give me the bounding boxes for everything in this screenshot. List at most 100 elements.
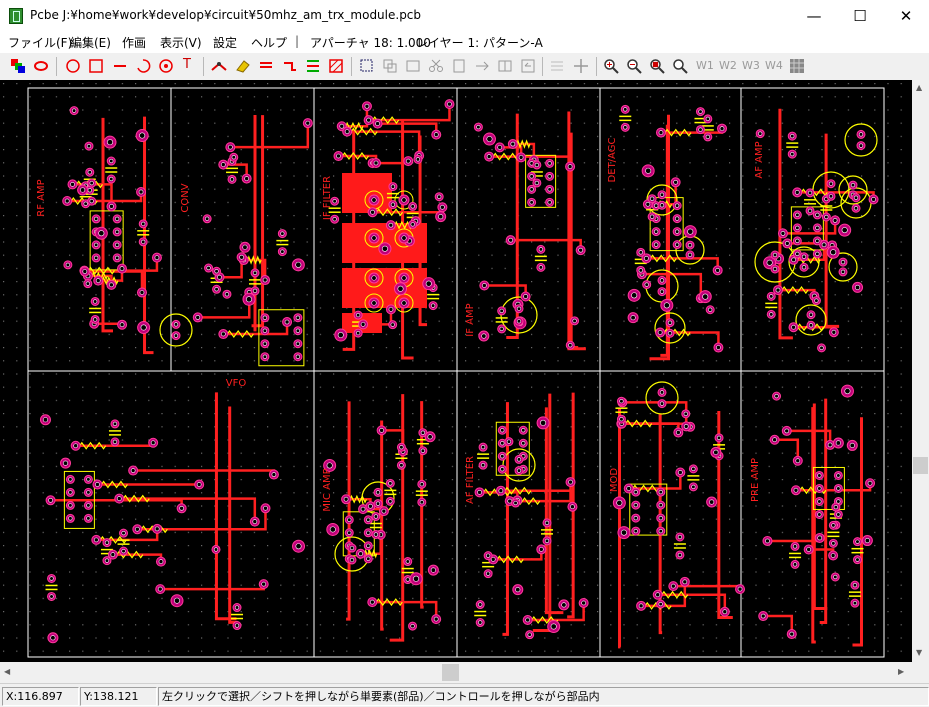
- pad-hole: [252, 288, 258, 293]
- pad-hole: [831, 329, 837, 335]
- layer-indicator[interactable]: レイヤー 1: パターン-A: [416, 34, 543, 51]
- cut-icon[interactable]: [428, 58, 444, 74]
- fill-tool-icon[interactable]: [328, 58, 344, 74]
- pad-hole: [567, 164, 573, 169]
- scroll-left-arrow-icon[interactable]: ◀: [4, 667, 10, 676]
- pad-hole: [705, 134, 710, 140]
- pad-hole: [366, 517, 371, 522]
- menu-edit[interactable]: 編集(E): [70, 34, 111, 51]
- pad-hole: [658, 502, 663, 508]
- select-box-icon[interactable]: [359, 58, 375, 74]
- pad-hole: [525, 617, 530, 623]
- arc-tool-icon[interactable]: [135, 58, 151, 74]
- pad-hole: [280, 249, 285, 254]
- pad-hole: [832, 218, 838, 223]
- pad-hole: [817, 512, 822, 517]
- circle-tool-icon[interactable]: [65, 58, 81, 74]
- pad-hole: [784, 428, 790, 434]
- window-1-button[interactable]: W1: [696, 59, 714, 72]
- undo-icon[interactable]: [520, 58, 536, 74]
- pad-hole: [819, 345, 824, 350]
- pad-hole: [234, 623, 240, 628]
- pad-hole: [87, 170, 92, 175]
- module-label: RF AMP: [36, 179, 47, 216]
- pad-hole: [339, 123, 345, 129]
- pad-hole: [415, 157, 421, 162]
- pad-hole: [295, 543, 302, 550]
- scroll-right-arrow-icon[interactable]: ▶: [898, 667, 904, 676]
- rotate-icon[interactable]: [405, 58, 421, 74]
- module-label: MIC AMP: [322, 468, 333, 511]
- pad-hole: [527, 632, 532, 637]
- grid-icon[interactable]: [789, 58, 805, 74]
- pad-hole: [534, 180, 539, 186]
- rectangle-tool-icon[interactable]: [88, 58, 104, 74]
- pcb-canvas[interactable]: RF AMP CONV IF FILTER IF AMP DET/AGC AF AMP VF…: [0, 80, 912, 662]
- menu-help[interactable]: ヘルプ: [251, 34, 287, 51]
- menu-settings[interactable]: 設定: [213, 34, 237, 51]
- bus-tool-icon[interactable]: [258, 58, 274, 74]
- eraser-icon[interactable]: [235, 58, 251, 74]
- pad-hole: [670, 583, 676, 589]
- menu-view[interactable]: 表示(V): [160, 34, 202, 51]
- toolbar-separator: [351, 57, 352, 76]
- pad-hole: [438, 214, 444, 220]
- window-4-button[interactable]: W4: [765, 59, 783, 72]
- zoom-area-icon[interactable]: [649, 58, 665, 74]
- pad-hole: [766, 259, 773, 266]
- jumper-icon[interactable]: [33, 58, 49, 74]
- text-tool-icon[interactable]: T: [183, 57, 191, 72]
- window-3-button[interactable]: W3: [742, 59, 760, 72]
- pad-hole: [850, 182, 856, 188]
- pad-hole: [497, 145, 503, 150]
- pad-hole: [85, 281, 90, 286]
- pad-hole: [844, 388, 851, 395]
- pad-hole: [366, 543, 371, 548]
- zoom-out-icon[interactable]: [626, 58, 642, 74]
- horizontal-scroll-thumb[interactable]: [442, 664, 459, 681]
- paste-icon[interactable]: [451, 58, 467, 74]
- pad-hole: [772, 437, 777, 443]
- pad-hole: [791, 324, 796, 330]
- vertical-scrollbar[interactable]: ▲ ▼: [912, 80, 929, 662]
- pad-hole: [657, 330, 663, 335]
- window-2-button[interactable]: W2: [719, 59, 737, 72]
- copy-area-icon[interactable]: [382, 58, 398, 74]
- vertical-scroll-thumb[interactable]: [913, 457, 928, 474]
- line-tool-icon[interactable]: [112, 58, 128, 74]
- move-icon[interactable]: [474, 58, 490, 74]
- pad-hole: [708, 307, 713, 312]
- pad-hole: [769, 294, 774, 299]
- pad-hole: [366, 117, 371, 123]
- pad-hole: [633, 489, 638, 495]
- pad-hole: [447, 101, 452, 107]
- pad-hole: [698, 109, 703, 114]
- crosshair-icon[interactable]: [573, 58, 589, 74]
- close-button[interactable]: ✕: [883, 0, 929, 31]
- aperture-indicator[interactable]: アパーチャ 18: 1.000: [310, 34, 431, 51]
- pad-hole: [821, 242, 827, 248]
- pcb-drawing[interactable]: RF AMP CONV IF FILTER IF AMP DET/AGC AF AMP VF…: [0, 80, 912, 662]
- layers-icon[interactable]: [10, 58, 26, 74]
- menu-file[interactable]: ファイル(F): [8, 34, 72, 51]
- menu-draw[interactable]: 作画: [122, 34, 146, 51]
- zoom-in-icon[interactable]: [603, 58, 619, 74]
- pad-hole: [836, 473, 841, 478]
- pad-tool-icon[interactable]: [158, 58, 174, 74]
- grid-list-icon[interactable]: [549, 58, 565, 74]
- step-tool-icon[interactable]: [282, 58, 298, 74]
- scroll-up-arrow-icon[interactable]: ▲: [916, 83, 922, 92]
- node-tool-icon[interactable]: [211, 58, 227, 74]
- zoom-fit-icon[interactable]: [672, 58, 688, 74]
- horizontal-scrollbar[interactable]: ◀ ▶: [0, 662, 912, 683]
- pad-hole: [521, 441, 526, 446]
- pad-hole: [135, 526, 140, 532]
- mirror-icon[interactable]: [497, 58, 513, 74]
- pad-hole: [702, 293, 709, 300]
- minimize-button[interactable]: —: [791, 0, 837, 31]
- align-tool-icon[interactable]: [305, 58, 321, 74]
- pad-hole: [691, 484, 696, 489]
- pad-hole: [295, 354, 300, 359]
- maximize-button[interactable]: ☐: [837, 0, 883, 31]
- scroll-down-arrow-icon[interactable]: ▼: [916, 648, 922, 657]
